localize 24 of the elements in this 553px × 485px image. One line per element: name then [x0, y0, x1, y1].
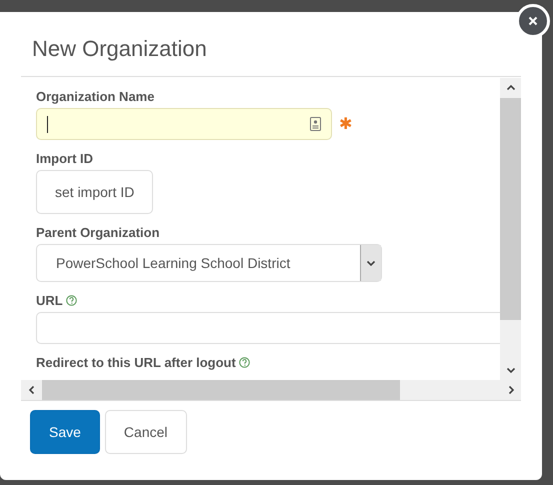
- help-icon[interactable]: [66, 294, 77, 306]
- text-field[interactable]: [36, 108, 332, 140]
- horizontal-scrollbar[interactable]: [21, 380, 521, 400]
- field-label: Organization Name: [36, 88, 154, 104]
- required-asterisk: ✱: [339, 115, 352, 134]
- chevron-up-icon[interactable]: [506, 83, 516, 93]
- text-field[interactable]: [36, 312, 500, 344]
- text-cursor: [47, 116, 48, 132]
- help-icon[interactable]: [238, 356, 250, 368]
- cancel-button[interactable]: Cancel: [104, 410, 187, 454]
- field-label: Import ID: [36, 150, 94, 166]
- field-label: URL: [36, 292, 63, 308]
- dialog-title: New Organization: [32, 36, 208, 63]
- save-button[interactable]: Save: [30, 410, 100, 454]
- chevron-down-icon[interactable]: [366, 258, 376, 268]
- chevron-down-icon[interactable]: [506, 365, 516, 375]
- field-label: Parent Organization: [36, 224, 160, 240]
- contact-card-icon[interactable]: [310, 117, 321, 131]
- close-icon[interactable]: [528, 16, 538, 26]
- chevron-left-icon[interactable]: [26, 385, 36, 395]
- set-import-id-button[interactable]: set import ID: [36, 170, 154, 214]
- field-label: Redirect to this URL after logout: [36, 354, 236, 370]
- parent-organization-select[interactable]: PowerSchool Learning School District: [36, 244, 382, 282]
- vertical-scrollbar[interactable]: [500, 78, 521, 380]
